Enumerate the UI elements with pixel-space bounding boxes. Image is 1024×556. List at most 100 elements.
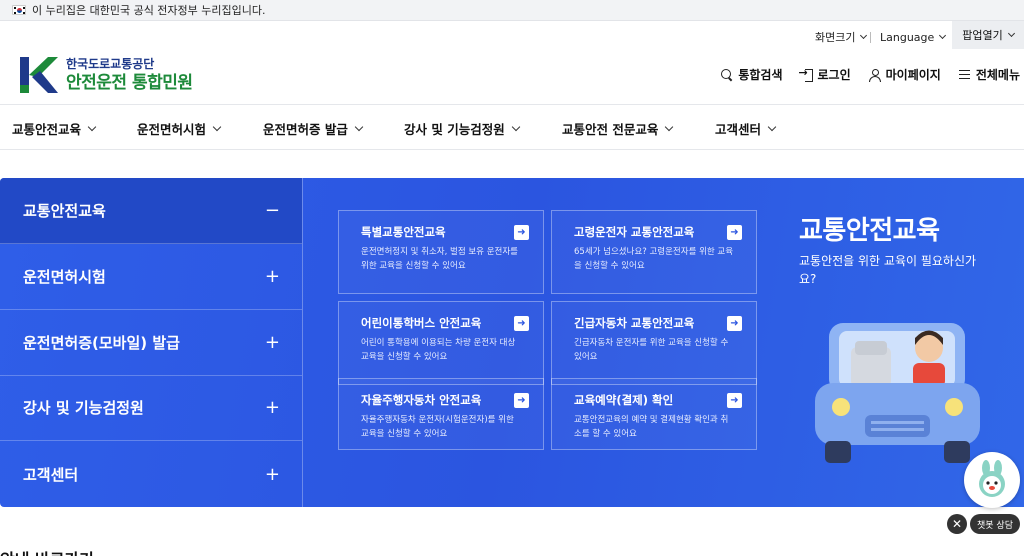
promo-title: 교통안전교육 [799,216,940,246]
side-item-label: 운전면허증(모바일) 발급 [23,334,180,352]
search-label: 통합검색 [738,68,783,82]
search-button[interactable]: 통합검색 [721,66,783,83]
plus-icon: + [264,332,280,353]
card-description: 어린이 통학용에 이용되는 차량 운전자 대상 교육을 신청할 수 있어요 [361,338,516,362]
language-label: Language [880,30,935,44]
font-size-dropdown[interactable]: 화면크기 [815,21,868,53]
logo-org-name: 한국도로교통공단 [66,56,155,71]
menu-icon [958,69,971,81]
language-dropdown[interactable]: Language [880,21,947,53]
gnb-item-traffic-education[interactable]: 교통안전교육 [12,105,97,151]
side-item-label: 교통안전교육 [23,202,106,220]
gnb-label: 강사 및 기능검정원 [404,121,505,137]
mypage-label: 마이페이지 [885,68,941,82]
korea-flag-icon [12,5,26,15]
card-description: 65세가 넘으셨나요? 고령운전자를 위한 교육을 신청할 수 있어요 [574,247,734,271]
chatbot-close-button[interactable]: ✕ [947,514,967,534]
chevron-down-icon [354,122,364,131]
gnb-label: 운전면허증 발급 [263,121,348,137]
gnb-label: 운전면허시험 [137,121,207,137]
site-logo[interactable]: 한국도로교통공단 안전운전 통합민원 [18,55,193,95]
minus-icon: − [264,200,280,221]
side-item-customer-center[interactable]: 고객센터 + [0,441,302,507]
gov-banner-text: 이 누리집은 대한민국 공식 전자정부 누리집입니다. [32,4,266,17]
gnb-item-instructor[interactable]: 강사 및 기능검정원 [404,105,520,151]
chevron-down-icon [1007,29,1015,38]
koroad-logo-icon [18,55,60,95]
arrow-right-icon: ➜ [514,393,529,408]
card-description: 교통안전교육의 예약 및 결제현황 확인과 취소를 할 수 있어요 [574,415,729,439]
promo-subtitle: 교통안전을 위한 교육이 필요하신가요? [799,254,977,286]
chevron-down-icon [767,122,777,131]
section-heading: 안내 바로가기 [0,546,94,556]
arrow-right-icon: ➜ [727,393,742,408]
chevron-down-icon [87,122,97,131]
gnb-item-license-issue[interactable]: 운전면허증 발급 [263,105,364,151]
all-menu-button[interactable]: 전체메뉴 [958,66,1020,83]
chatbot-label[interactable]: 챗봇 상담 [970,514,1020,534]
card-title: 특별교통안전교육 [361,225,446,239]
chevron-down-icon [939,31,947,40]
side-item-traffic-education[interactable]: 교통안전교육 − [0,178,302,244]
login-icon [799,66,813,82]
gnb-label: 고객센터 [715,121,762,137]
card-school-bus-education[interactable]: 어린이통학버스 안전교육 어린이 통학용에 이용되는 차량 운전자 대상 교육을… [338,301,544,385]
gnb-label: 교통안전 전문교육 [562,121,659,137]
gnb-label: 교통안전교육 [12,121,82,137]
plus-icon: + [264,463,280,485]
side-item-label: 운전면허시험 [23,268,106,286]
chevron-down-icon [511,122,520,131]
all-menu-label: 전체메뉴 [975,68,1020,82]
card-description: 자율주행자동차 운전자(시험운전자)를 위한 교육을 신청할 수 있어요 [361,415,514,439]
login-button[interactable]: 로그인 [799,66,851,83]
arrow-right-icon: ➜ [727,225,742,240]
user-icon [868,68,881,82]
search-icon [721,68,733,81]
chevron-down-icon [860,31,868,40]
side-item-label: 고객센터 [23,465,79,484]
card-description: 운전면허정지 및 취소자, 벌점 보유 운전자를 위한 교육을 신청할 수 있어… [361,247,518,271]
card-title: 교육예약(결제) 확인 [574,393,674,407]
util-divider [870,32,871,43]
car-illustration-icon [815,323,980,477]
arrow-right-icon: ➜ [727,316,742,331]
gnb-item-professional-education[interactable]: 교통안전 전문교육 [562,105,674,151]
popup-label: 팝업열기 [962,29,1003,42]
card-title: 어린이통학버스 안전교육 [361,316,482,330]
card-special-education[interactable]: 특별교통안전교육 운전면허정지 및 취소자, 벌점 보유 운전자를 위한 교육을… [338,210,544,294]
side-item-instructor[interactable]: 강사 및 기능검정원 + [0,375,302,441]
mypage-button[interactable]: 마이페이지 [868,66,941,83]
card-reservation-check[interactable]: 교육예약(결제) 확인 교통안전교육의 예약 및 결제현황 확인과 취소를 할 … [551,378,757,450]
main-menu-panel: 교통안전교육 − 운전면허시험 + 운전면허증(모바일) 발급 + 강사 및 기… [0,178,1024,507]
chatbot-rabbit-icon [979,460,1005,497]
card-autonomous-vehicle-education[interactable]: 자율주행자동차 안전교육 자율주행자동차 운전자(시험운전자)를 위한 교육을 … [338,378,544,450]
gnb-item-customer-center[interactable]: 고객센터 [715,105,777,151]
header-actions: 통합검색 로그인 마이페이지 전체메뉴 [721,66,1020,83]
side-item-license-test[interactable]: 운전면허시험 + [0,244,302,310]
side-divider [302,178,303,507]
chevron-down-icon [212,122,222,131]
utility-bar: 화면크기 Language 팝업열기 [0,21,1024,53]
side-item-label: 강사 및 기능검정원 [23,399,144,417]
gov-banner: 이 누리집은 대한민국 공식 전자정부 누리집입니다. [0,0,1024,21]
card-title: 긴급자동차 교통안전교육 [574,316,695,330]
gnb-item-license-test[interactable]: 운전면허시험 [137,105,222,151]
card-emergency-vehicle-education[interactable]: 긴급자동차 교통안전교육 긴급자동차 운전자를 위한 교육을 신청할 수 있어요… [551,301,757,385]
card-title: 자율주행자동차 안전교육 [361,393,482,407]
card-senior-education[interactable]: 고령운전자 교통안전교육 65세가 넘으셨나요? 고령운전자를 위한 교육을 신… [551,210,757,294]
plus-icon: + [264,397,280,418]
arrow-right-icon: ➜ [514,316,529,331]
card-description: 긴급자동차 운전자를 위한 교육을 신청할 수 있어요 [574,338,729,362]
main-navigation: 교통안전교육 운전면허시험 운전면허증 발급 강사 및 기능검정원 교통안전 전… [0,104,1024,150]
chatbot-button[interactable] [964,452,1020,508]
popup-open-button[interactable]: 팝업열기 [952,21,1024,49]
side-menu: 교통안전교육 − 운전면허시험 + 운전면허증(모바일) 발급 + 강사 및 기… [0,178,302,507]
login-label: 로그인 [817,68,851,82]
plus-icon: + [264,266,280,287]
chevron-down-icon [665,122,674,131]
side-item-mobile-license[interactable]: 운전면허증(모바일) 발급 + [0,310,302,376]
card-title: 고령운전자 교통안전교육 [574,225,695,239]
arrow-right-icon: ➜ [514,225,529,240]
font-size-label: 화면크기 [815,31,856,44]
logo-service-name: 안전운전 통합민원 [66,72,193,93]
